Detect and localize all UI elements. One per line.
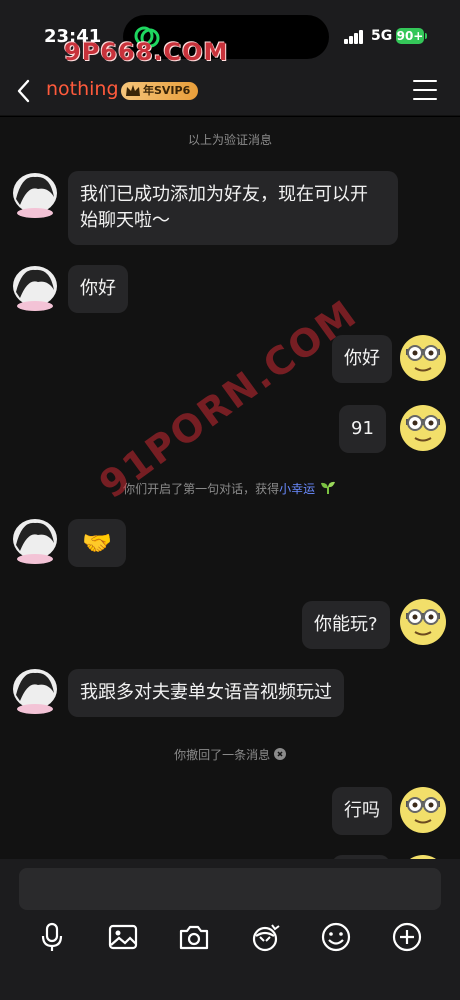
back-icon[interactable] [12,76,38,106]
user-avatar[interactable] [400,335,446,381]
battery-icon: 90+ [396,28,424,44]
incoming-bubble: 我们已成功添加为好友，现在可以开 始聊天啦～ [68,171,398,245]
outgoing-bubble: 行吗 [332,787,392,835]
emoji-icon[interactable] [319,920,353,954]
image-icon[interactable] [106,920,140,954]
nav-bar: nothing 年SVIP6 [0,66,460,116]
message-text: 91 [351,418,374,439]
sprout-icon [320,481,335,494]
status-bar: 23:41 5G 90+ 9P668.COM [0,0,460,66]
watermark-diagonal: 91PORN.COM [91,291,366,507]
handshake-emoji: 🤝 [82,529,112,557]
close-circle-icon[interactable] [273,748,286,760]
system-message: 你们开启了第一句对话，获得小幸运 [0,480,460,497]
contact-avatar[interactable] [8,169,62,221]
contact-avatar[interactable] [8,665,62,717]
network-type: 5G [371,28,393,44]
message-text: 行吗 [344,800,380,821]
plus-icon[interactable] [390,920,424,954]
message-text: 你好 [344,348,380,369]
contact-avatar[interactable] [8,262,62,314]
chat-title[interactable]: nothing [46,78,119,100]
outgoing-bubble: 你能玩? [302,601,390,649]
lucky-link[interactable]: 小幸运 [279,482,315,496]
contact-avatar[interactable] [8,515,62,567]
message-text: 你好 [80,278,116,299]
camera-icon[interactable] [177,920,211,954]
message-text: 我跟多对夫妻单女语音视频玩过 [80,682,332,703]
vip-badge: 年SVIP6 [121,82,199,100]
microphone-icon[interactable] [35,920,69,954]
incoming-bubble: 你好 [68,265,128,313]
message-input[interactable] [19,868,441,910]
menu-icon[interactable] [413,80,437,102]
user-avatar[interactable] [400,599,446,645]
incoming-bubble: 🤝 [68,519,126,567]
outgoing-bubble: 91 [339,405,386,453]
system-message: 以上为验证消息 [187,133,272,147]
user-avatar[interactable] [400,787,446,833]
system-message-text: 你撤回了一条消息 [174,748,271,762]
watermark-top: 9P668.COM [64,38,229,66]
message-text: 始聊天啦～ [80,210,170,231]
vip-badge-label: 年SVIP6 [143,84,191,97]
user-avatar[interactable] [400,405,446,451]
message-text: 我们已成功添加为好友，现在可以开 [80,184,368,205]
battery-tip [425,33,427,39]
message-text: 你能玩? [314,614,378,635]
chat-area[interactable]: 以上为验证消息 我们已成功添加为好友，现在可以开 始聊天啦～ 你好 你好 91 [0,117,460,859]
input-area [0,859,460,1000]
incoming-bubble: 我跟多对夫妻单女语音视频玩过 [68,669,344,717]
signal-icon [344,30,364,44]
system-message: 你撤回了一条消息 [0,746,460,763]
gift-icon[interactable] [248,920,282,954]
crown-icon [126,85,140,96]
